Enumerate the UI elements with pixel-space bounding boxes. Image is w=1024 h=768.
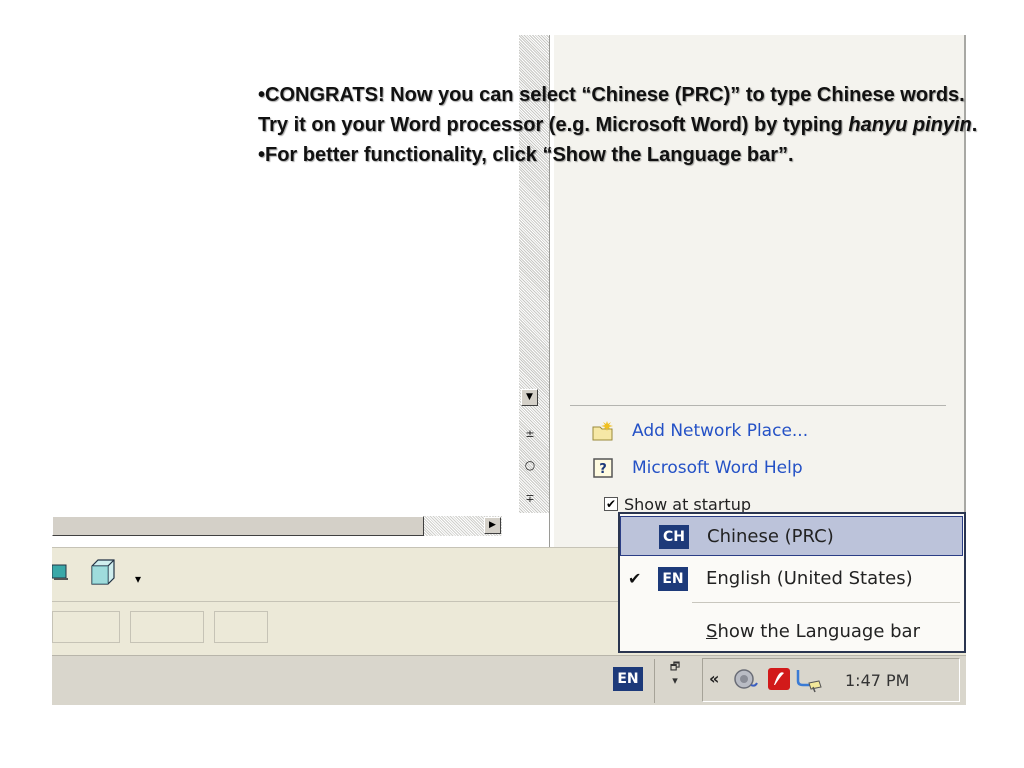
clock[interactable]: 1:47 PM bbox=[845, 671, 909, 690]
toolbar-dropdown-arrow[interactable]: ▾ bbox=[135, 572, 141, 586]
menu-item-show-language-bar[interactable]: Show the Language bar bbox=[620, 612, 964, 652]
menu-separator bbox=[692, 602, 960, 603]
next-page-button[interactable]: ∓ bbox=[522, 492, 538, 505]
language-badge: EN bbox=[658, 567, 688, 591]
accelerator-key: S bbox=[706, 621, 718, 642]
status-panel bbox=[52, 611, 120, 643]
word-help-label: Microsoft Word Help bbox=[632, 458, 803, 478]
speaker-icon[interactable] bbox=[733, 667, 759, 691]
language-indicator-button[interactable]: EN bbox=[613, 667, 643, 691]
windows-taskbar: EN 🗗 ▾ « 1:47 PM bbox=[52, 655, 966, 705]
scroll-right-button[interactable]: ▶ bbox=[484, 517, 501, 534]
slide-instruction-text: •CONGRATS! Now you can select “Chinese (… bbox=[258, 80, 988, 170]
restore-icon: 🗗 bbox=[669, 660, 681, 673]
language-popup-menu: CH Chinese (PRC) ✔ EN English (United St… bbox=[618, 512, 966, 653]
show-at-startup-checkbox[interactable]: ✔ bbox=[604, 497, 618, 511]
status-panel bbox=[214, 611, 268, 643]
menu-item-label: Chinese (PRC) bbox=[707, 526, 834, 547]
red-app-icon[interactable] bbox=[767, 667, 791, 691]
menu-item-label: Show the Language bar bbox=[706, 612, 920, 652]
horizontal-scroll-thumb[interactable] bbox=[52, 516, 424, 536]
slide: { "slide": { "bullet1_part1": "•CONGRATS… bbox=[0, 0, 1024, 768]
menu-item-chinese-prc[interactable]: CH Chinese (PRC) bbox=[620, 516, 963, 556]
system-tray: « 1:47 PM bbox=[702, 658, 960, 702]
task-pane-divider bbox=[570, 405, 946, 406]
chevron-down-icon: ▾ bbox=[672, 674, 678, 687]
menu-item-label: English (United States) bbox=[706, 568, 913, 589]
menu-item-english-us[interactable]: ✔ EN English (United States) bbox=[620, 559, 964, 599]
help-icon: ? bbox=[593, 458, 613, 478]
svg-text:?: ? bbox=[599, 462, 607, 477]
horizontal-scrollbar[interactable]: ▶ bbox=[52, 513, 519, 547]
bullet-functionality: •For better functionality, click “Show t… bbox=[258, 144, 794, 166]
bullet-congrats: •CONGRATS! Now you can select “Chinese (… bbox=[258, 80, 988, 140]
language-badge: CH bbox=[659, 525, 689, 549]
add-network-place-label: Add Network Place... bbox=[632, 421, 809, 441]
show-hidden-icons-button[interactable]: « bbox=[709, 669, 719, 688]
select-browse-object-button[interactable]: ○ bbox=[522, 458, 538, 472]
taskbar-separator bbox=[654, 659, 655, 703]
3d-style-icon[interactable] bbox=[88, 558, 118, 586]
menu-item-label-rest: how the Language bar bbox=[717, 621, 920, 642]
shadow-style-icon[interactable] bbox=[52, 562, 68, 580]
network-connection-icon[interactable] bbox=[795, 667, 823, 693]
scroll-down-button[interactable]: ▼ bbox=[521, 389, 538, 406]
checkmark-icon: ✔ bbox=[628, 569, 642, 588]
previous-page-button[interactable]: ± bbox=[522, 427, 538, 440]
language-bar-restore-button[interactable]: 🗗 ▾ bbox=[666, 660, 684, 700]
status-panel bbox=[130, 611, 204, 643]
folder-network-icon bbox=[592, 421, 613, 441]
bullet-congrats-end: . bbox=[971, 114, 978, 136]
bullet-emphasis: hanyu pinyin bbox=[848, 114, 972, 136]
